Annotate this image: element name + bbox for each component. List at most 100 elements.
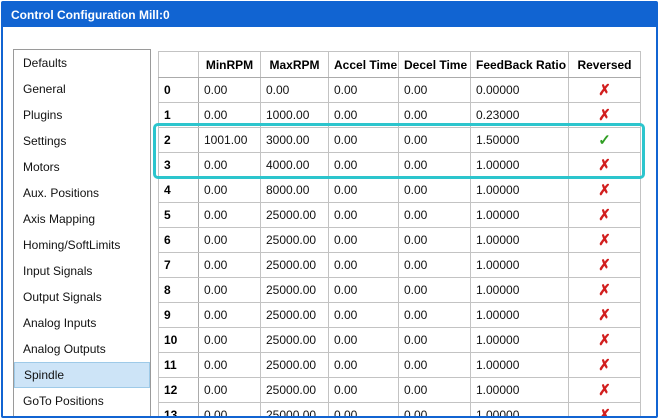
cell-decel-time-row-0[interactable]: 0.00 — [399, 78, 471, 103]
cell-accel-time-row-0[interactable]: 0.00 — [329, 78, 399, 103]
cell-feedback-ratio-row-12[interactable]: 1.00000 — [471, 378, 569, 403]
cell-maxrpm-row-13[interactable]: 25000.00 — [261, 403, 329, 417]
cell-minrpm-row-5[interactable]: 0.00 — [199, 203, 261, 228]
column-header-accel-time[interactable]: Accel Time — [329, 52, 399, 78]
cell-accel-time-row-3[interactable]: 0.00 — [329, 153, 399, 178]
cell-minrpm-row-7[interactable]: 0.00 — [199, 253, 261, 278]
sidebar-item-output-signals[interactable]: Output Signals — [14, 284, 150, 310]
column-header-feedback-ratio[interactable]: FeedBack Ratio — [471, 52, 569, 78]
cell-feedback-ratio-row-1[interactable]: 0.23000 — [471, 103, 569, 128]
cell-decel-time-row-10[interactable]: 0.00 — [399, 328, 471, 353]
sidebar-item-general[interactable]: General — [14, 76, 150, 102]
cell-reversed-row-9[interactable]: ✗ — [569, 303, 641, 328]
cell-maxrpm-row-4[interactable]: 8000.00 — [261, 178, 329, 203]
cell-maxrpm-row-1[interactable]: 1000.00 — [261, 103, 329, 128]
cell-accel-time-row-9[interactable]: 0.00 — [329, 303, 399, 328]
row-header-0[interactable]: 0 — [159, 78, 199, 103]
cell-minrpm-row-12[interactable]: 0.00 — [199, 378, 261, 403]
sidebar-item-defaults[interactable]: Defaults — [14, 50, 150, 76]
cell-accel-time-row-10[interactable]: 0.00 — [329, 328, 399, 353]
sidebar-item-analog-inputs[interactable]: Analog Inputs — [14, 310, 150, 336]
cell-decel-time-row-11[interactable]: 0.00 — [399, 353, 471, 378]
cell-minrpm-row-0[interactable]: 0.00 — [199, 78, 261, 103]
column-header-reversed[interactable]: Reversed — [569, 52, 641, 78]
cell-reversed-row-11[interactable]: ✗ — [569, 353, 641, 378]
cell-reversed-row-13[interactable]: ✗ — [569, 403, 641, 417]
column-header-blank[interactable] — [159, 52, 199, 78]
cell-feedback-ratio-row-7[interactable]: 1.00000 — [471, 253, 569, 278]
cell-feedback-ratio-row-5[interactable]: 1.00000 — [471, 203, 569, 228]
cell-reversed-row-8[interactable]: ✗ — [569, 278, 641, 303]
cell-feedback-ratio-row-10[interactable]: 1.00000 — [471, 328, 569, 353]
column-header-decel-time[interactable]: Decel Time — [399, 52, 471, 78]
cell-accel-time-row-12[interactable]: 0.00 — [329, 378, 399, 403]
cell-feedback-ratio-row-3[interactable]: 1.00000 — [471, 153, 569, 178]
sidebar-item-homing-softlimits[interactable]: Homing/SoftLimits — [14, 232, 150, 258]
cell-accel-time-row-2[interactable]: 0.00 — [329, 128, 399, 153]
cell-maxrpm-row-5[interactable]: 25000.00 — [261, 203, 329, 228]
sidebar-item-spindle[interactable]: Spindle — [14, 362, 150, 388]
row-header-10[interactable]: 10 — [159, 328, 199, 353]
row-header-2[interactable]: 2 — [159, 128, 199, 153]
cell-reversed-row-7[interactable]: ✗ — [569, 253, 641, 278]
cell-feedback-ratio-row-8[interactable]: 1.00000 — [471, 278, 569, 303]
cell-maxrpm-row-3[interactable]: 4000.00 — [261, 153, 329, 178]
cell-minrpm-row-9[interactable]: 0.00 — [199, 303, 261, 328]
row-header-8[interactable]: 8 — [159, 278, 199, 303]
sidebar-item-axis-mapping[interactable]: Axis Mapping — [14, 206, 150, 232]
cell-minrpm-row-11[interactable]: 0.00 — [199, 353, 261, 378]
cell-feedback-ratio-row-9[interactable]: 1.00000 — [471, 303, 569, 328]
cell-maxrpm-row-12[interactable]: 25000.00 — [261, 378, 329, 403]
cell-reversed-row-2[interactable]: ✓ — [569, 128, 641, 153]
cell-decel-time-row-6[interactable]: 0.00 — [399, 228, 471, 253]
cell-accel-time-row-4[interactable]: 0.00 — [329, 178, 399, 203]
cell-decel-time-row-13[interactable]: 0.00 — [399, 403, 471, 417]
cell-reversed-row-10[interactable]: ✗ — [569, 328, 641, 353]
row-header-1[interactable]: 1 — [159, 103, 199, 128]
sidebar-item-analog-outputs[interactable]: Analog Outputs — [14, 336, 150, 362]
sidebar-item-motors[interactable]: Motors — [14, 154, 150, 180]
cell-decel-time-row-2[interactable]: 0.00 — [399, 128, 471, 153]
cell-decel-time-row-4[interactable]: 0.00 — [399, 178, 471, 203]
sidebar-item-aux-positions[interactable]: Aux. Positions — [14, 180, 150, 206]
cell-reversed-row-12[interactable]: ✗ — [569, 378, 641, 403]
cell-decel-time-row-8[interactable]: 0.00 — [399, 278, 471, 303]
row-header-6[interactable]: 6 — [159, 228, 199, 253]
cell-decel-time-row-3[interactable]: 0.00 — [399, 153, 471, 178]
cell-reversed-row-0[interactable]: ✗ — [569, 78, 641, 103]
cell-accel-time-row-5[interactable]: 0.00 — [329, 203, 399, 228]
cell-accel-time-row-1[interactable]: 0.00 — [329, 103, 399, 128]
cell-accel-time-row-8[interactable]: 0.00 — [329, 278, 399, 303]
title-bar[interactable]: Control Configuration Mill:0 — [3, 3, 656, 27]
cell-decel-time-row-5[interactable]: 0.00 — [399, 203, 471, 228]
cell-maxrpm-row-7[interactable]: 25000.00 — [261, 253, 329, 278]
cell-feedback-ratio-row-4[interactable]: 1.00000 — [471, 178, 569, 203]
sidebar-item-settings[interactable]: Settings — [14, 128, 150, 154]
cell-decel-time-row-7[interactable]: 0.00 — [399, 253, 471, 278]
cell-minrpm-row-6[interactable]: 0.00 — [199, 228, 261, 253]
row-header-7[interactable]: 7 — [159, 253, 199, 278]
cell-reversed-row-3[interactable]: ✗ — [569, 153, 641, 178]
row-header-4[interactable]: 4 — [159, 178, 199, 203]
row-header-11[interactable]: 11 — [159, 353, 199, 378]
cell-minrpm-row-2[interactable]: 1001.00 — [199, 128, 261, 153]
cell-decel-time-row-9[interactable]: 0.00 — [399, 303, 471, 328]
cell-minrpm-row-4[interactable]: 0.00 — [199, 178, 261, 203]
row-header-13[interactable]: 13 — [159, 403, 199, 417]
row-header-12[interactable]: 12 — [159, 378, 199, 403]
cell-maxrpm-row-9[interactable]: 25000.00 — [261, 303, 329, 328]
cell-reversed-row-1[interactable]: ✗ — [569, 103, 641, 128]
sidebar-item-input-signals[interactable]: Input Signals — [14, 258, 150, 284]
sidebar-item-goto-positions[interactable]: GoTo Positions — [14, 388, 150, 414]
cell-reversed-row-6[interactable]: ✗ — [569, 228, 641, 253]
cell-accel-time-row-11[interactable]: 0.00 — [329, 353, 399, 378]
cell-feedback-ratio-row-0[interactable]: 0.00000 — [471, 78, 569, 103]
cell-maxrpm-row-6[interactable]: 25000.00 — [261, 228, 329, 253]
cell-reversed-row-5[interactable]: ✗ — [569, 203, 641, 228]
cell-accel-time-row-7[interactable]: 0.00 — [329, 253, 399, 278]
cell-maxrpm-row-0[interactable]: 0.00 — [261, 78, 329, 103]
column-header-maxrpm[interactable]: MaxRPM — [261, 52, 329, 78]
cell-feedback-ratio-row-11[interactable]: 1.00000 — [471, 353, 569, 378]
cell-maxrpm-row-2[interactable]: 3000.00 — [261, 128, 329, 153]
cell-accel-time-row-6[interactable]: 0.00 — [329, 228, 399, 253]
